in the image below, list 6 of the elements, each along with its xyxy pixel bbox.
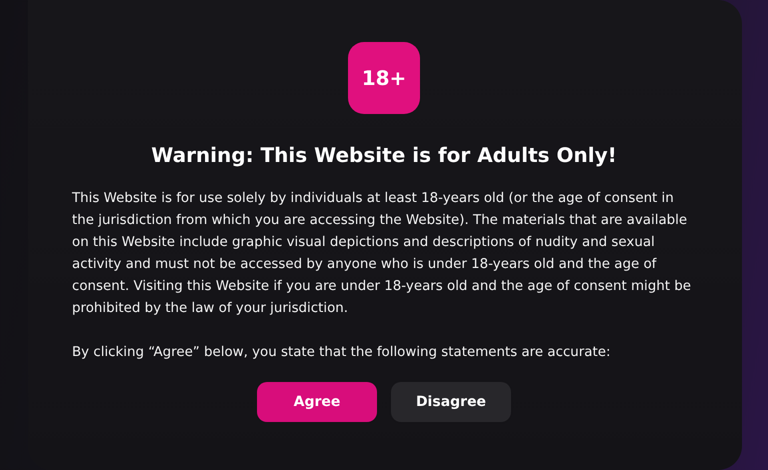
warning-title: Warning: This Website is for Adults Only!	[151, 142, 617, 169]
paragraph: By clicking “Agree” below, you state that the following statements are accurate:	[72, 344, 612, 362]
disagree-button[interactable]: Disagree	[391, 382, 511, 422]
age-badge: 18+	[348, 42, 420, 114]
paragraph: This Website is for use solely by individuals at least 18-years old (or the age of consent in the jurisdiction from which you are accessing the Website). The materials that are available on this Website include graphic visual depictions and descriptions of nudity and sexual activity and must not be accessed by anyone who is under 18-years old and the age of consent. Visiting this Website if you are under 18-years old and the age of consent might be prohibited by the law of your jurisdiction.	[72, 190, 692, 318]
agree-button[interactable]: Agree	[257, 382, 377, 422]
